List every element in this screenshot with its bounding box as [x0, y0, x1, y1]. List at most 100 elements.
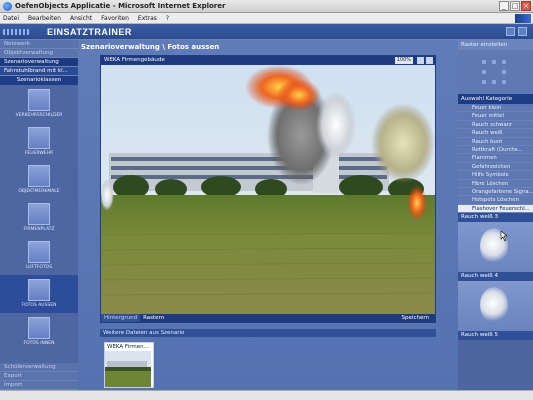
sidebar-item-schuelerverwaltung[interactable]: Schülerverwaltung: [0, 363, 78, 372]
house-icon: [28, 279, 50, 301]
category-item[interactable]: Rauch weiß: [458, 129, 533, 138]
tile-objektmerkmale[interactable]: OBJEKTMERKMALE: [0, 161, 78, 199]
tile-label: FOTOS AUSSEN: [21, 303, 57, 308]
menu-ansicht[interactable]: Ansicht: [70, 15, 92, 22]
category-item[interactable]: Rauch schwarz: [458, 120, 533, 130]
tile-label: LUFTFOTOS: [25, 265, 53, 270]
help-icon[interactable]: [506, 27, 515, 36]
grid-dot[interactable]: [482, 60, 486, 64]
grid-dot[interactable]: [502, 80, 506, 84]
map-icon: [28, 203, 50, 225]
question-icon: [28, 127, 50, 149]
file-thumbnail[interactable]: WEKA Firmen...: [104, 342, 154, 388]
ie-icon: [3, 1, 12, 11]
window-titlebar: OefenObjects Applicatie - Microsoft Inte…: [0, 0, 533, 13]
sidebar-item-netzwerk[interactable]: Netzwerk: [0, 40, 78, 49]
sidebar-item-import[interactable]: Import: [0, 381, 78, 390]
right-panel: Raster einstellen Auswahl Kategorie Feue…: [458, 40, 533, 390]
asset-label: Rauch weiß 4: [458, 272, 533, 282]
sidebar-item-objektverwaltung[interactable]: Objektverwaltung: [0, 49, 78, 58]
category-item[interactable]: Rauch bunt: [458, 137, 533, 146]
category-item[interactable]: Hilfe Symbole: [458, 171, 533, 180]
sidebar-bottom: Schülerverwaltung Export Import: [0, 363, 78, 390]
info-icon[interactable]: [518, 27, 527, 36]
raster-grid-control[interactable]: [458, 50, 533, 94]
menu-bearbeiten[interactable]: Bearbeiten: [28, 15, 61, 22]
photo-icon: [28, 241, 50, 263]
save-button[interactable]: Speichern: [399, 314, 435, 322]
close-button[interactable]: ×: [521, 1, 531, 11]
thumbnail-image: [105, 351, 151, 387]
menu-extras[interactable]: Extras: [138, 15, 157, 22]
menu-help[interactable]: ?: [166, 15, 169, 22]
fullscreen-icon[interactable]: [426, 57, 433, 64]
grid-dot[interactable]: [482, 80, 486, 84]
viewer-header: WEKA Firmengebäude 100%: [101, 56, 435, 65]
header-icons: [506, 27, 527, 36]
status-bar: [0, 390, 533, 400]
tile-verkehrsschilder[interactable]: VERKEHRSSCHILDER: [0, 85, 78, 123]
grid-dot[interactable]: [492, 80, 496, 84]
object-icon: [28, 165, 50, 187]
tile-fotos-aussen[interactable]: FOTOS AUSSEN: [0, 275, 78, 313]
header-decoration: [3, 28, 31, 35]
menu-datei[interactable]: Datei: [3, 15, 19, 22]
category-item[interactable]: Orangefarbene Signa...: [458, 187, 533, 197]
app-title: EINSATZTRAINER: [47, 26, 132, 37]
sidebar-subheading: Szenarioklassen: [0, 76, 78, 85]
main-panel: Szenarioverwaltung \ Fotos aussen WEKA F…: [78, 40, 458, 390]
tile-luftfotos[interactable]: LUFTFOTOS: [0, 237, 78, 275]
image-viewer: WEKA Firmengebäude 100% Hintergrund Rast…: [100, 55, 436, 323]
asset-label: Rauch weiß 5: [458, 331, 533, 341]
tile-label: FEUERWEHR: [24, 151, 54, 156]
raster-button[interactable]: Rastern: [140, 314, 167, 322]
scenario-canvas[interactable]: [101, 65, 435, 315]
viewer-footer: Hintergrund Rastern Speichern: [101, 314, 435, 322]
more-files-heading: Weitere Dateien aus Szenario: [100, 329, 436, 337]
tile-firmenplatz[interactable]: FIRMENPLATZ: [0, 199, 78, 237]
category-heading: Auswahl Kategorie: [458, 94, 533, 104]
category-item[interactable]: Feuer klein: [458, 104, 533, 113]
category-item[interactable]: Gefahrzeichen: [458, 162, 533, 172]
category-item[interactable]: Flammen: [458, 154, 533, 163]
smoke-icon: [480, 287, 508, 324]
hintergrund-button[interactable]: Hintergrund: [101, 314, 141, 322]
category-item[interactable]: Fibre Löschen: [458, 179, 533, 188]
window-controls: _ □ ×: [499, 1, 531, 11]
room-icon: [28, 317, 50, 339]
breadcrumb: Szenarioverwaltung \ Fotos aussen: [81, 43, 220, 51]
app-header: EINSATZTRAINER: [0, 24, 533, 39]
viewer-title: WEKA Firmengebäude: [104, 57, 165, 63]
menu-favoriten[interactable]: Favoriten: [101, 15, 129, 22]
raster-heading: Raster einstellen: [458, 40, 533, 50]
sidebar-item-export[interactable]: Export: [0, 372, 78, 381]
sidebar-item-scenario[interactable]: Fahrstuhlbrand mit kl...: [0, 67, 78, 76]
windows-logo-icon: [515, 14, 531, 23]
smoke-asset-4[interactable]: [458, 281, 533, 332]
sign-icon: [28, 89, 50, 111]
menu-bar: Datei Bearbeiten Ansicht Favoriten Extra…: [0, 13, 533, 24]
cursor-icon: [500, 231, 508, 242]
minimize-button[interactable]: _: [499, 1, 509, 11]
tile-label: FIRMENPLATZ: [23, 227, 55, 232]
sidebar-item-szenarioverwaltung[interactable]: Szenarioverwaltung: [0, 58, 78, 67]
grid-dot[interactable]: [502, 70, 506, 74]
tile-feuerwehr[interactable]: FEUERWEHR: [0, 123, 78, 161]
smoke-asset-3[interactable]: [458, 222, 533, 273]
tile-fotos-innen[interactable]: FOTOS INNEN: [0, 313, 78, 351]
category-item[interactable]: Feuer mittel: [458, 112, 533, 121]
fit-icon[interactable]: [417, 57, 424, 64]
window-title: OefenObjects Applicatie - Microsoft Inte…: [15, 2, 226, 10]
maximize-button[interactable]: □: [510, 1, 520, 11]
grid-dot[interactable]: [502, 60, 506, 64]
category-item[interactable]: Rettkraft (Durchs...: [458, 145, 533, 155]
category-item-selected[interactable]: Flashover Feuerschl...: [458, 204, 533, 214]
category-item[interactable]: Hotspots Löschen: [458, 196, 533, 205]
thumbnail-label: WEKA Firmen...: [107, 344, 149, 350]
zoom-level[interactable]: 100%: [394, 57, 413, 64]
scene-image: [101, 65, 435, 315]
tile-label: VERKEHRSSCHILDER: [15, 113, 63, 118]
asset-label: Rauch weiß 3: [458, 213, 533, 223]
grid-dot[interactable]: [482, 70, 486, 74]
grid-dot[interactable]: [492, 60, 496, 64]
